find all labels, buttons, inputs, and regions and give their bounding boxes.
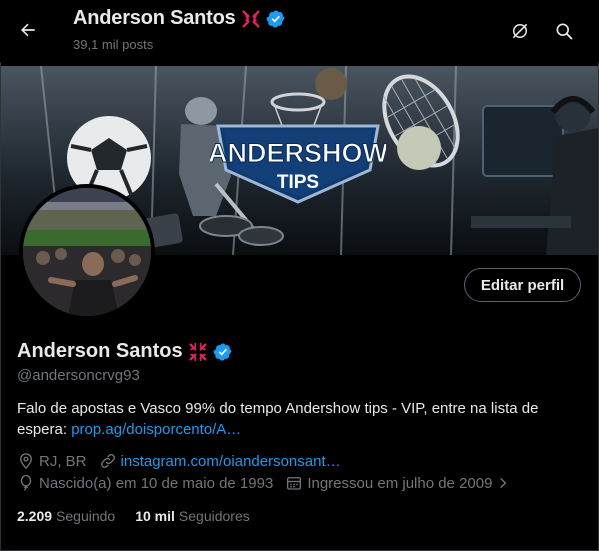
website-link[interactable]: instagram.com/oiandersonsant… <box>121 453 341 470</box>
birthday-text: Nascido(a) em 10 de maio de 1993 <box>39 474 274 492</box>
header-name: Anderson Santos <box>73 7 236 29</box>
joined-text: Ingressou em julho de 2009 <box>307 474 493 492</box>
hide-button[interactable] <box>503 14 537 48</box>
logo-line1: ANDERSHOW <box>210 138 386 168</box>
location-text: RJ, BR <box>39 452 87 470</box>
birthday: Nascido(a) em 10 de maio de 1993 <box>17 474 273 492</box>
hide-icon <box>512 23 528 39</box>
logo-line2: TIPS <box>277 172 319 193</box>
meta-row-1: RJ, BR instagram.com/oiandersonsant… <box>17 452 353 470</box>
chevron-right-icon <box>500 477 507 489</box>
location-icon <box>20 453 32 470</box>
followers-label: Seguidores <box>178 508 250 524</box>
followers-link[interactable]: 10 mil Seguidores <box>135 508 250 524</box>
avatar-photo <box>23 188 151 316</box>
joined[interactable]: Ingressou em julho de 2009 <box>285 474 510 492</box>
header-title: Anderson Santos <box>73 7 286 30</box>
link-icon <box>100 454 115 468</box>
meta-row-2: Nascido(a) em 10 de maio de 1993 Ingress… <box>17 474 522 492</box>
calendar-icon <box>287 477 302 490</box>
following-count: 2.209 <box>17 508 53 524</box>
following-label: Seguindo <box>56 508 116 524</box>
profile-name: Anderson Santos <box>17 340 183 362</box>
back-arrow-icon <box>21 23 35 37</box>
verified-badge-icon <box>266 9 285 28</box>
location: RJ, BR <box>17 452 87 470</box>
website: instagram.com/oiandersonsant… <box>99 452 341 470</box>
search-button[interactable] <box>547 14 581 48</box>
post-count: 39,1 mil posts <box>73 37 154 52</box>
verified-badge-icon <box>213 342 232 361</box>
edit-profile-button[interactable]: Editar perfil <box>464 268 581 302</box>
andershow-logo: ANDERSHOW TIPS <box>210 124 386 204</box>
search-icon <box>556 23 573 40</box>
profile-bio: Falo de apostas e Vasco 99% do tempo And… <box>17 398 577 440</box>
followers-count: 10 mil <box>135 508 175 524</box>
balloon-icon <box>20 474 32 491</box>
follow-stats: 2.209 Seguindo 10 mil Seguidores <box>17 508 250 524</box>
anger-emoji-icon <box>242 9 260 28</box>
anger-emoji-icon <box>189 342 207 361</box>
profile-name-row: Anderson Santos <box>17 340 233 363</box>
top-bar: Anderson Santos 39,1 mil posts <box>0 0 599 62</box>
back-button[interactable] <box>11 13 45 47</box>
following-link[interactable]: 2.209 Seguindo <box>17 508 115 524</box>
avatar[interactable] <box>19 184 155 320</box>
bio-link[interactable]: prop.ag/doisporcento/A… <box>71 421 241 438</box>
profile-handle: @andersoncrvg93 <box>17 367 140 384</box>
